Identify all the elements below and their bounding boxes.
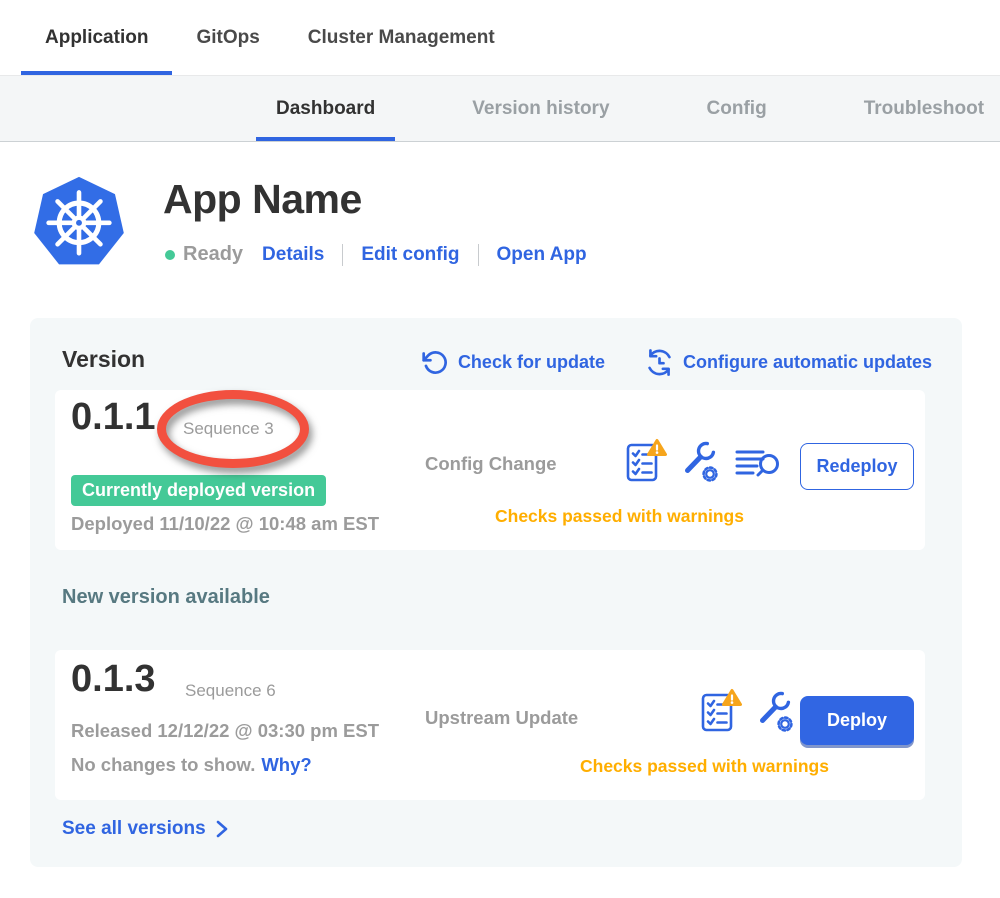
sub-nav: Dashboard Version history Config Trouble… xyxy=(0,76,1000,142)
see-all-versions-label: See all versions xyxy=(62,818,206,840)
divider xyxy=(342,244,343,266)
config-wrench-icon[interactable] xyxy=(680,438,722,484)
new-version-heading: New version available xyxy=(62,586,270,609)
preflight-checks-warning-icon[interactable] xyxy=(625,438,667,484)
version-source-label: Config Change xyxy=(425,453,557,475)
view-diff-icon[interactable] xyxy=(735,442,781,484)
tab-gitops[interactable]: GitOps xyxy=(172,0,283,75)
version-heading: Version xyxy=(62,346,145,373)
redeploy-button[interactable]: Redeploy xyxy=(800,443,914,490)
check-for-update-link[interactable]: Check for update xyxy=(422,349,605,376)
open-app-link[interactable]: Open App xyxy=(497,244,587,266)
available-version-number: 0.1.3 xyxy=(71,658,156,701)
divider xyxy=(478,244,479,266)
app-status-row: Ready Details Edit config Open App xyxy=(165,243,587,266)
app-dashboard-screen: Application GitOps Cluster Management Da… xyxy=(0,0,1000,898)
page-title: App Name xyxy=(163,176,362,223)
configure-auto-updates-link[interactable]: Configure automatic updates xyxy=(645,348,932,377)
chevron-right-icon xyxy=(216,819,228,839)
details-link[interactable]: Details xyxy=(262,244,324,266)
tab-dashboard[interactable]: Dashboard xyxy=(256,76,395,141)
tab-version-history[interactable]: Version history xyxy=(452,76,629,141)
see-all-versions-link[interactable]: See all versions xyxy=(62,818,228,840)
currently-deployed-badge: Currently deployed version xyxy=(71,475,326,506)
app-header: App Name Ready Details Edit config Open … xyxy=(0,142,1000,302)
current-version-sequence: Sequence 3 xyxy=(183,419,274,439)
tab-troubleshoot[interactable]: Troubleshoot xyxy=(844,76,1000,141)
current-version-number: 0.1.1 xyxy=(71,396,156,439)
ready-status-dot xyxy=(165,250,175,260)
configure-auto-updates-label: Configure automatic updates xyxy=(683,352,932,373)
check-for-update-label: Check for update xyxy=(458,352,605,373)
kubernetes-logo-icon xyxy=(33,173,125,269)
preflight-checks-warning-icon[interactable] xyxy=(700,688,742,734)
available-version-row: 0.1.3 Sequence 6 Released 12/12/22 @ 03:… xyxy=(55,650,925,800)
no-changes-label: No changes to show. Why? xyxy=(71,754,312,776)
version-card: Version Check for update Configure autom… xyxy=(30,318,962,867)
tab-application[interactable]: Application xyxy=(21,0,172,75)
no-changes-text: No changes to show. xyxy=(71,754,255,775)
config-wrench-icon[interactable] xyxy=(755,688,797,734)
tab-config[interactable]: Config xyxy=(687,76,787,141)
version-source-label: Upstream Update xyxy=(425,707,578,729)
why-link[interactable]: Why? xyxy=(261,754,311,775)
current-version-row: 0.1.1 Sequence 3 Currently deployed vers… xyxy=(55,390,925,550)
ready-status-label: Ready xyxy=(183,243,243,266)
version-action-icons xyxy=(625,438,781,484)
released-timestamp: Released 12/12/22 @ 03:30 pm EST xyxy=(71,720,379,742)
available-version-sequence: Sequence 6 xyxy=(185,681,276,701)
deploy-button[interactable]: Deploy xyxy=(800,696,914,745)
version-action-icons xyxy=(700,688,797,734)
refresh-icon xyxy=(422,349,449,376)
deployed-timestamp: Deployed 11/10/22 @ 10:48 am EST xyxy=(71,513,379,535)
edit-config-link[interactable]: Edit config xyxy=(361,244,459,266)
checks-warning-label: Checks passed with warnings xyxy=(580,756,829,777)
checks-warning-label: Checks passed with warnings xyxy=(495,506,744,527)
top-nav: Application GitOps Cluster Management xyxy=(0,0,1000,76)
version-card-actions: Check for update Configure automatic upd… xyxy=(422,348,932,377)
scheduled-update-icon xyxy=(645,348,674,377)
tab-cluster-management[interactable]: Cluster Management xyxy=(284,0,519,75)
